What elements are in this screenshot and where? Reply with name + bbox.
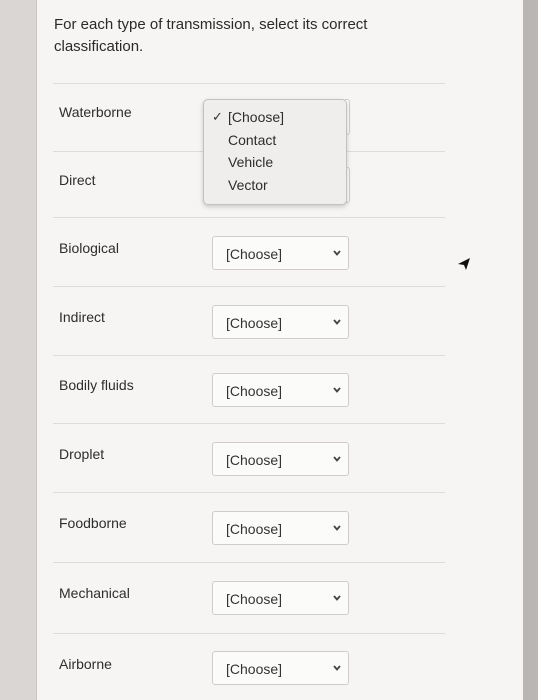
question-text: For each type of transmission, select it… [54, 16, 368, 55]
classification-select[interactable]: [Choose] [212, 581, 349, 615]
dropdown-option-vector[interactable]: Vector [228, 177, 268, 193]
item-label: Direct [59, 172, 96, 188]
mouse-pointer-icon [458, 258, 470, 270]
dropdown-menu: ✓ [Choose] Contact Vehicle Vector [203, 99, 347, 205]
item-label: Waterborne [59, 104, 132, 120]
item-label: Bodily fluids [59, 377, 134, 393]
chevron-down-icon [333, 250, 341, 256]
chevron-down-icon [333, 665, 341, 671]
chevron-down-icon [333, 387, 341, 393]
classification-select[interactable]: [Choose] [212, 511, 349, 545]
chevron-down-icon [333, 456, 341, 462]
item-label: Droplet [59, 446, 105, 462]
select-value: [Choose] [226, 452, 283, 468]
classification-select[interactable]: [Choose] [212, 651, 349, 685]
divider [53, 355, 445, 356]
select-value: [Choose] [226, 521, 283, 537]
item-label: Mechanical [59, 585, 130, 601]
select-value: [Choose] [226, 383, 283, 399]
select-value: [Choose] [226, 246, 283, 262]
divider [53, 633, 445, 634]
classification-select[interactable]: [Choose] [212, 305, 349, 339]
divider [53, 286, 445, 287]
item-label: Indirect [59, 309, 105, 325]
divider [53, 217, 445, 218]
divider [53, 83, 445, 84]
item-label: Biological [59, 240, 119, 256]
chevron-down-icon [333, 319, 341, 325]
dropdown-option-vehicle[interactable]: Vehicle [228, 154, 273, 170]
chevron-down-icon [333, 595, 341, 601]
chevron-down-icon [333, 525, 341, 531]
window-edge [523, 0, 538, 700]
divider [53, 492, 445, 493]
dropdown-option-choose[interactable]: [Choose] [228, 109, 284, 125]
item-label: Foodborne [59, 515, 127, 531]
classification-select[interactable]: [Choose] [212, 442, 349, 476]
classification-select[interactable]: [Choose] [212, 236, 349, 270]
select-value: [Choose] [226, 661, 283, 677]
item-label: Airborne [59, 656, 112, 672]
divider [53, 423, 445, 424]
select-value: [Choose] [226, 591, 283, 607]
divider [53, 562, 445, 563]
select-value: [Choose] [226, 315, 283, 331]
quiz-panel: For each type of transmission, select it… [36, 0, 524, 700]
classification-select[interactable]: [Choose] [212, 373, 349, 407]
checkmark-icon: ✓ [212, 109, 223, 124]
dropdown-option-contact[interactable]: Contact [228, 132, 276, 148]
